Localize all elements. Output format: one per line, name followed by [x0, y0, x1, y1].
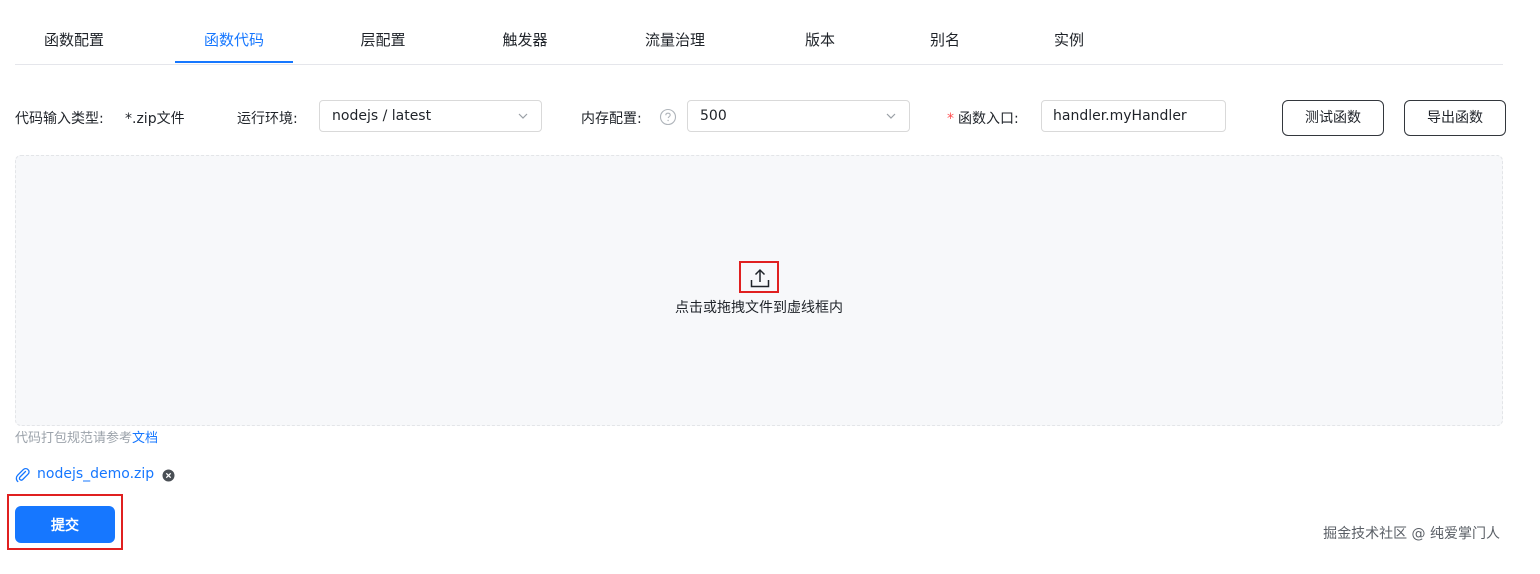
- tab-instances[interactable]: 实例: [1034, 0, 1104, 63]
- required-mark: *: [947, 111, 954, 127]
- tab-aliases[interactable]: 别名: [910, 0, 980, 63]
- packaging-hint: 代码打包规范请参考文档: [15, 427, 158, 446]
- submit-highlight: 提交: [7, 494, 123, 550]
- runtime-label: 运行环境:: [237, 111, 298, 127]
- submit-button[interactable]: 提交: [15, 506, 115, 543]
- upload-dropzone[interactable]: 点击或拖拽文件到虚线框内: [15, 155, 1503, 426]
- tab-layer-config[interactable]: 层配置: [333, 0, 433, 63]
- close-circle-icon[interactable]: [162, 469, 175, 482]
- memory-select-value: 500: [700, 108, 727, 124]
- docs-link[interactable]: 文档: [132, 431, 158, 446]
- tab-function-code[interactable]: 函数代码: [175, 0, 293, 63]
- entry-label-wrap: * 函数入口:: [947, 108, 1019, 128]
- active-tab-indicator: [175, 61, 293, 63]
- help-icon[interactable]: [659, 108, 677, 126]
- tab-traffic-governance[interactable]: 流量治理: [625, 0, 725, 63]
- runtime-select-value: nodejs / latest: [332, 108, 432, 124]
- entry-input[interactable]: [1041, 100, 1226, 132]
- test-function-button[interactable]: 测试函数: [1282, 100, 1384, 136]
- tab-bar: 函数配置 函数代码 层配置 触发器 流量治理 版本 别名 实例: [15, 0, 1503, 65]
- uploaded-file-name[interactable]: nodejs_demo.zip: [37, 466, 154, 482]
- code-type-value: *.zip文件: [125, 111, 185, 127]
- packaging-hint-text: 代码打包规范请参考: [15, 431, 133, 446]
- memory-label: 内存配置:: [581, 111, 642, 127]
- chevron-down-icon: [518, 113, 528, 119]
- code-config-row: 代码输入类型: *.zip文件 运行环境: nodejs / latest 内存…: [15, 98, 1515, 138]
- runtime-select[interactable]: nodejs / latest: [319, 100, 542, 132]
- chevron-down-icon: [886, 113, 896, 119]
- entry-label: 函数入口:: [958, 111, 1019, 127]
- tab-triggers[interactable]: 触发器: [475, 0, 575, 63]
- upload-icon: [750, 268, 770, 288]
- watermark: 掘金技术社区 @ 纯爱掌门人: [1323, 526, 1500, 542]
- export-function-button[interactable]: 导出函数: [1404, 100, 1506, 136]
- tab-function-config[interactable]: 函数配置: [15, 0, 133, 63]
- memory-select[interactable]: 500: [687, 100, 910, 132]
- upload-prompt: 点击或拖拽文件到虚线框内: [675, 300, 843, 316]
- code-type-label: 代码输入类型:: [15, 111, 104, 127]
- tab-versions[interactable]: 版本: [785, 0, 855, 63]
- paperclip-icon: [15, 467, 30, 483]
- upload-icon-highlight: [739, 261, 779, 293]
